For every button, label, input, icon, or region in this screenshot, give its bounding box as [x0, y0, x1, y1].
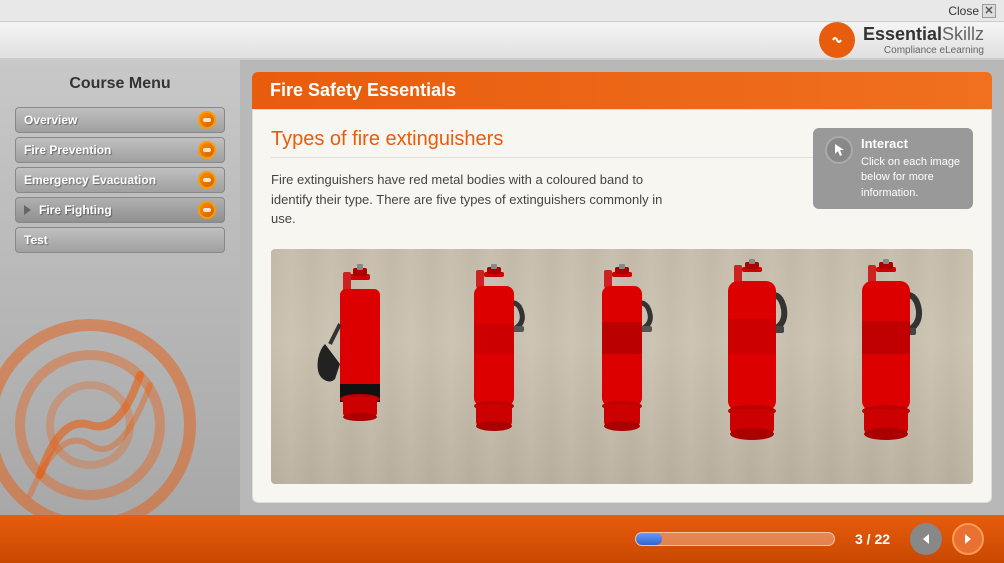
logo-area: EssentialSkillz Compliance eLearning [819, 22, 984, 58]
extinguisher-4[interactable] [710, 259, 795, 464]
menu-item-left: Fire Fighting [24, 203, 112, 217]
sidebar-title: Course Menu [15, 75, 225, 93]
logo-brand: EssentialSkillz [863, 24, 984, 45]
header: EssentialSkillz Compliance eLearning [0, 22, 1004, 60]
menu-item-icon-emergency-evacuation [198, 171, 216, 189]
sidebar: Course Menu Overview Fire Prevention Eme… [0, 60, 240, 515]
menu-item-icon-overview [198, 111, 216, 129]
close-button[interactable]: Close ✕ [948, 4, 996, 18]
main-container: EssentialSkillz Compliance eLearning Cou… [0, 22, 1004, 563]
logo-rest: Skillz [942, 24, 984, 44]
logo-strong: Essential [863, 24, 942, 44]
extinguisher-1[interactable] [315, 264, 405, 464]
extinguisher-2[interactable] [454, 264, 534, 464]
extinguishers-area [271, 249, 973, 485]
next-button[interactable] [952, 523, 984, 555]
arrow-icon [24, 205, 31, 215]
interact-text: Click on each image below for more infor… [861, 155, 961, 201]
menu-item-label-overview: Overview [24, 113, 77, 127]
main-panel: Fire Safety Essentials Types of fire ext… [240, 60, 1004, 515]
menu-item-left: Fire Prevention [24, 143, 111, 157]
menu-item-label-fire-fighting: Fire Fighting [39, 203, 112, 217]
menu-item-left: Overview [24, 113, 77, 127]
top-bar: Close ✕ [0, 0, 1004, 22]
logo-subtitle: Compliance eLearning [863, 45, 984, 56]
progress-bar-container: 3 / 22 [20, 531, 900, 547]
interact-label: Interact [861, 136, 961, 151]
interact-box: Interact Click on each image below for m… [813, 128, 973, 209]
sidebar-item-emergency-evacuation[interactable]: Emergency Evacuation [15, 167, 225, 193]
logo-text-area: EssentialSkillz Compliance eLearning [863, 24, 984, 56]
content-card: Types of fire extinguishers Fire extingu… [252, 109, 992, 503]
close-label: Close [948, 4, 979, 18]
cursor-icon [825, 136, 853, 164]
prev-button[interactable] [910, 523, 942, 555]
menu-item-label-test: Test [24, 233, 48, 247]
description-text: Fire extinguishers have red metal bodies… [271, 170, 671, 229]
logo-icon [819, 22, 855, 58]
close-icon: ✕ [982, 4, 996, 18]
interact-content: Interact Click on each image below for m… [861, 136, 961, 201]
page-title: Fire Safety Essentials [270, 80, 974, 101]
sidebar-decoration [0, 315, 200, 515]
menu-item-icon-fire-prevention [198, 141, 216, 159]
page-title-bar: Fire Safety Essentials [252, 72, 992, 109]
sidebar-item-test[interactable]: Test [15, 227, 225, 253]
menu-item-label-emergency-evacuation: Emergency Evacuation [24, 173, 156, 187]
progress-track [635, 532, 835, 546]
page-count: 3 / 22 [845, 531, 900, 547]
menu-item-icon-fire-fighting [198, 201, 216, 219]
bottom-bar: 3 / 22 [0, 515, 1004, 563]
sidebar-item-overview[interactable]: Overview [15, 107, 225, 133]
menu-item-left: Emergency Evacuation [24, 173, 156, 187]
sidebar-item-fire-prevention[interactable]: Fire Prevention [15, 137, 225, 163]
progress-fill [636, 533, 662, 545]
menu-item-label-fire-prevention: Fire Prevention [24, 143, 111, 157]
extinguisher-3[interactable] [582, 264, 662, 464]
sidebar-item-fire-fighting[interactable]: Fire Fighting [15, 197, 225, 223]
extinguisher-5[interactable] [844, 259, 929, 464]
menu-item-left: Test [24, 233, 48, 247]
content-area: Course Menu Overview Fire Prevention Eme… [0, 60, 1004, 515]
